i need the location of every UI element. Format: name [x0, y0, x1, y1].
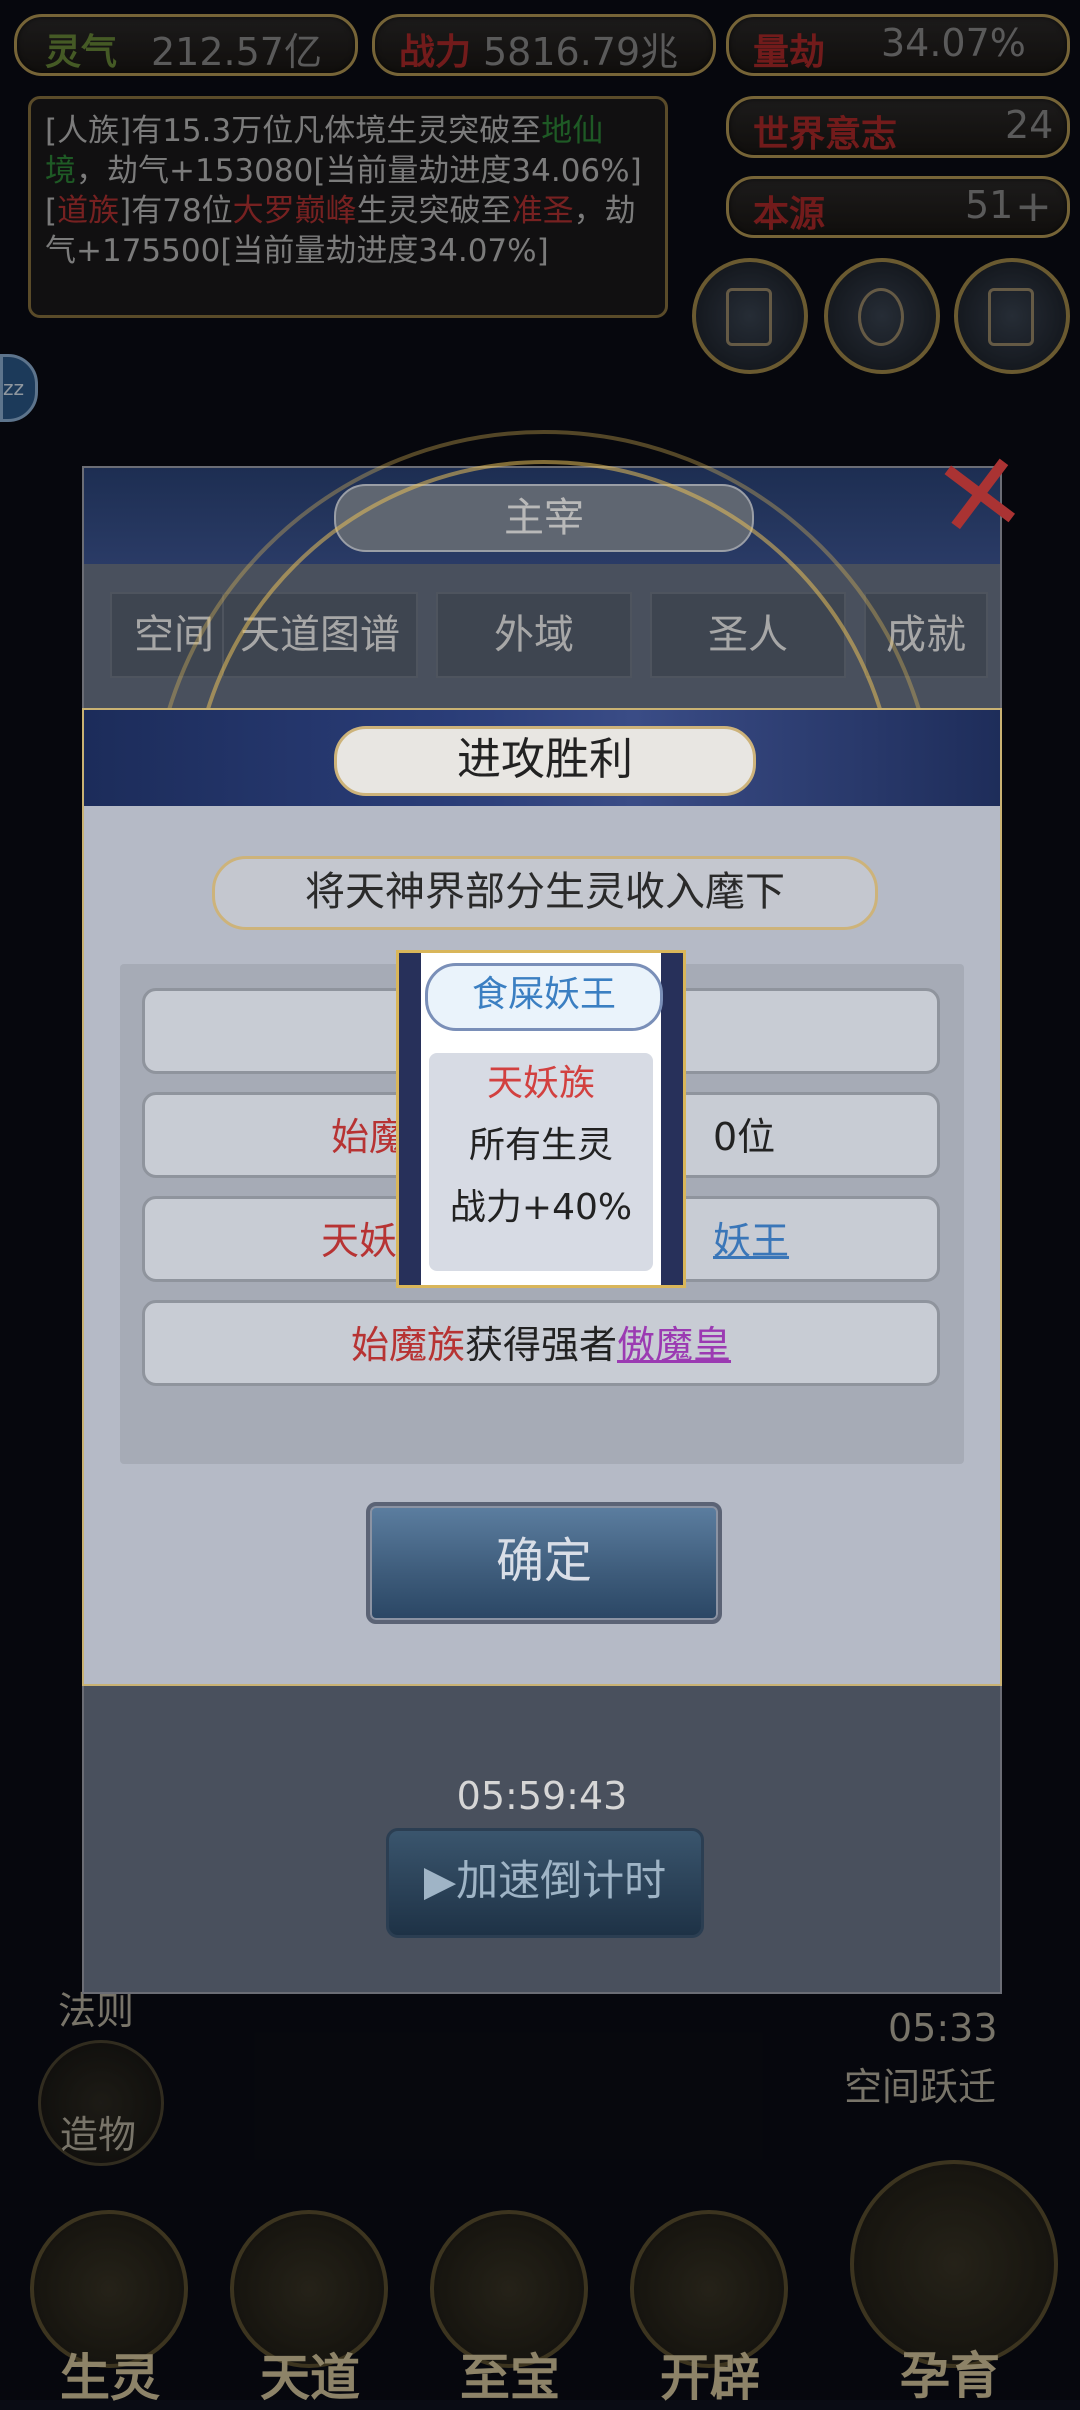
reward-row-2-tail: 0位 — [713, 1115, 776, 1159]
dialog-subtitle: 将天神界部分生灵收入麾下 — [212, 856, 878, 930]
tooltip-race: 天妖族 — [486, 1063, 595, 1104]
reward-row-3-link[interactable]: 妖王 — [713, 1199, 789, 1283]
reward-row-3-race: 天妖 — [321, 1219, 398, 1263]
reward-row-4-race: 始魔族 — [350, 1323, 465, 1367]
confirm-button[interactable]: 确定 — [366, 1502, 722, 1624]
hero-tooltip: 食屎妖王 天妖族 所有生灵 战力+40% — [396, 950, 686, 1288]
countdown-timer: 05:59:43 — [456, 1774, 628, 1818]
reward-row-4: 始魔族获得强者傲魔皇 — [142, 1300, 940, 1386]
dialog-header: 进攻胜利 — [84, 710, 1000, 806]
reward-row-4-text: 获得强者 — [464, 1323, 617, 1367]
tooltip-title: 食屎妖王 — [425, 963, 663, 1031]
tooltip-line3: 战力+40% — [449, 1187, 633, 1228]
reward-row-4-link[interactable]: 傲魔皇 — [617, 1323, 731, 1367]
close-icon[interactable]: ✕ — [926, 426, 1035, 566]
speed-up-button[interactable]: ▶加速倒计时 — [386, 1828, 704, 1938]
tooltip-body: 天妖族 所有生灵 战力+40% — [429, 1053, 653, 1271]
tooltip-left-border — [399, 953, 421, 1285]
tooltip-line2: 所有生灵 — [468, 1125, 613, 1166]
dialog-title: 进攻胜利 — [334, 726, 756, 796]
tooltip-right-border — [661, 953, 683, 1285]
